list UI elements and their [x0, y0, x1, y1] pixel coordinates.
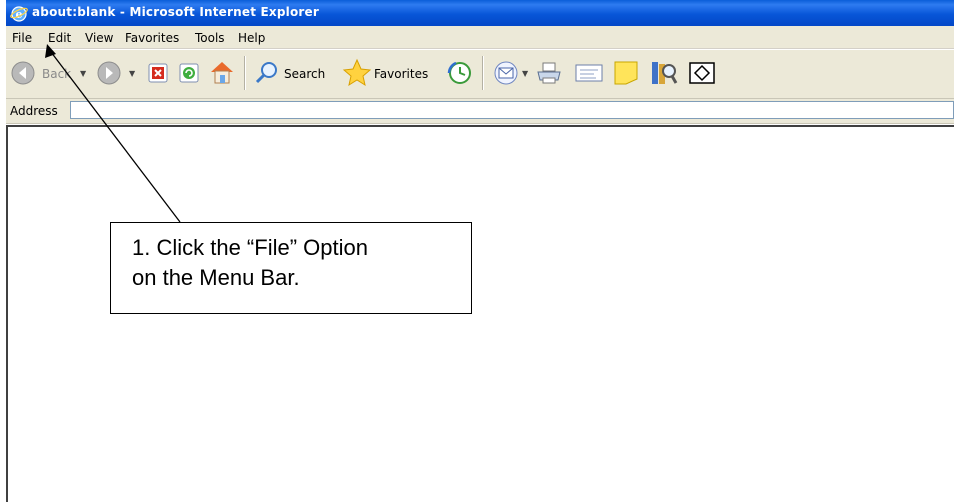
- mail-icon[interactable]: [492, 60, 520, 86]
- window-title: about:blank - Microsoft Internet Explore…: [32, 5, 319, 19]
- research-icon[interactable]: [648, 58, 678, 88]
- back-dropdown-icon[interactable]: ▼: [80, 69, 86, 78]
- address-label: Address: [10, 104, 58, 118]
- home-icon[interactable]: [208, 58, 236, 86]
- back-arrow-icon[interactable]: [10, 60, 36, 86]
- address-bar: Address: [6, 99, 954, 124]
- refresh-icon[interactable]: [178, 62, 200, 84]
- search-icon[interactable]: [254, 60, 280, 86]
- forward-dropdown-icon[interactable]: ▼: [129, 69, 135, 78]
- back-label[interactable]: Back: [42, 67, 71, 81]
- callout-line-1: 1. Click the “File” Option: [132, 235, 368, 260]
- instruction-callout: 1. Click the “File” Option on the Menu B…: [110, 222, 472, 314]
- callout-line-2: on the Menu Bar.: [132, 265, 300, 290]
- menu-help[interactable]: Help: [238, 31, 265, 45]
- history-icon[interactable]: [446, 59, 474, 87]
- toolbar-separator: [482, 56, 484, 90]
- standard-toolbar: Back ▼ ▼ Search Favorites ▼: [6, 49, 954, 99]
- favorites-label[interactable]: Favorites: [374, 67, 428, 81]
- edit-icon[interactable]: [574, 62, 604, 84]
- messenger-icon[interactable]: [688, 61, 716, 85]
- search-label[interactable]: Search: [284, 67, 325, 81]
- menu-tools[interactable]: Tools: [195, 31, 225, 45]
- menu-file[interactable]: File: [12, 31, 32, 45]
- menu-edit[interactable]: Edit: [48, 31, 71, 45]
- menu-view[interactable]: View: [85, 31, 113, 45]
- forward-arrow-icon[interactable]: [96, 60, 122, 86]
- favorites-star-icon[interactable]: [342, 58, 372, 88]
- mail-dropdown-icon[interactable]: ▼: [522, 69, 528, 78]
- discuss-icon[interactable]: [612, 59, 640, 87]
- menu-favorites[interactable]: Favorites: [125, 31, 179, 45]
- internet-explorer-icon: e: [10, 6, 28, 22]
- stop-icon[interactable]: [147, 62, 169, 84]
- title-bar: e about:blank - Microsoft Internet Explo…: [6, 0, 954, 26]
- address-input[interactable]: [70, 101, 954, 119]
- menu-bar: File Edit View Favorites Tools Help: [6, 26, 954, 49]
- toolbar-separator: [244, 56, 246, 90]
- print-icon[interactable]: [534, 60, 564, 86]
